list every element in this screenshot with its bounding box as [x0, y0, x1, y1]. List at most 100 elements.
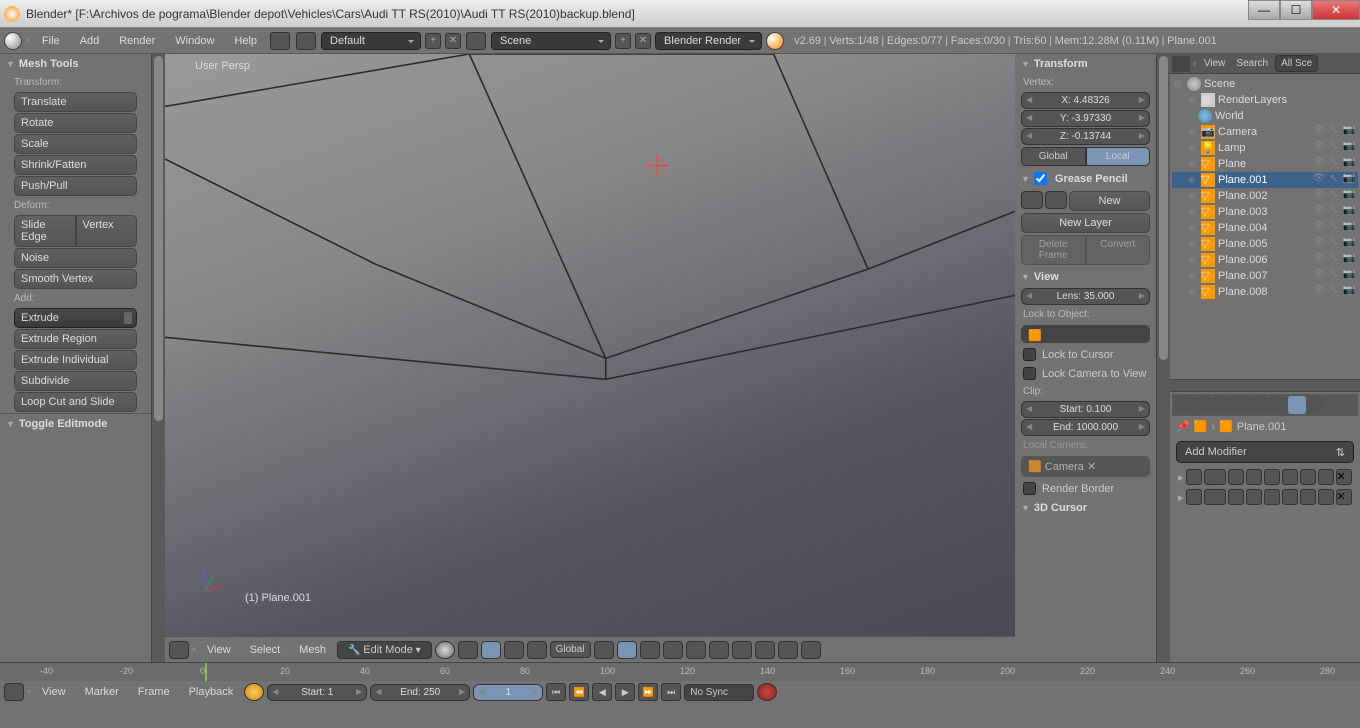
- select-icon[interactable]: ↖: [1327, 237, 1341, 251]
- 3d-cursor-header[interactable]: 3D Cursor: [1015, 498, 1156, 518]
- tab-object[interactable]: [1250, 396, 1268, 414]
- translate-button[interactable]: Translate: [14, 92, 137, 112]
- scene-dropdown[interactable]: Scene: [491, 32, 611, 50]
- subdivide-button[interactable]: Subdivide: [14, 371, 137, 391]
- sync-dropdown[interactable]: No Sync: [684, 684, 754, 701]
- expand-icon[interactable]: ▸: [1178, 491, 1184, 504]
- orientation-dropdown[interactable]: Global: [550, 641, 591, 658]
- mod2-name[interactable]: [1204, 489, 1226, 505]
- mod1-cage-icon[interactable]: [1282, 469, 1298, 485]
- manipulator-rotate-icon[interactable]: [504, 641, 524, 659]
- outliner-view-menu[interactable]: View: [1200, 58, 1230, 69]
- add-modifier-dropdown[interactable]: Add Modifier⇅: [1176, 441, 1354, 463]
- jump-end-icon[interactable]: ⏭: [661, 683, 681, 701]
- visibility-icon[interactable]: 👁: [1312, 269, 1326, 283]
- end-frame-field[interactable]: End: 250: [370, 684, 470, 701]
- proportional-edit-icon[interactable]: [709, 641, 729, 659]
- outliner-display-dropdown[interactable]: All Sce: [1275, 55, 1318, 72]
- select-icon[interactable]: ↖: [1327, 285, 1341, 299]
- mod1-icon[interactable]: [1186, 469, 1202, 485]
- scale-button[interactable]: Scale: [14, 134, 137, 154]
- timeline-cursor[interactable]: [205, 663, 207, 681]
- loop-cut-button[interactable]: Loop Cut and Slide: [14, 392, 137, 412]
- current-frame-field[interactable]: 1: [473, 684, 543, 701]
- vertex-y-field[interactable]: Y: -3.97330: [1021, 110, 1150, 127]
- mod1-edit-icon[interactable]: [1264, 469, 1280, 485]
- expand-icon[interactable]: ▸: [1178, 471, 1184, 484]
- render-icon[interactable]: 📷: [1342, 173, 1356, 187]
- extrude-region-button[interactable]: Extrude Region: [14, 329, 137, 349]
- render-icon[interactable]: 📷: [1342, 189, 1356, 203]
- menu-render[interactable]: Render: [111, 32, 163, 50]
- timeline-editor-icon[interactable]: [4, 683, 24, 701]
- tab-modifiers[interactable]: [1288, 396, 1306, 414]
- select-icon[interactable]: ↖: [1327, 269, 1341, 283]
- mod2-icon[interactable]: [1186, 489, 1202, 505]
- start-frame-field[interactable]: Start: 1: [267, 684, 367, 701]
- tree-row-Plane.001[interactable]: ⊕▽Plane.001👁↖📷: [1172, 172, 1358, 188]
- face-select-icon[interactable]: [663, 641, 683, 659]
- visibility-icon[interactable]: 👁: [1312, 237, 1326, 251]
- slide-edge-button[interactable]: Slide Edge: [14, 215, 76, 247]
- range-icon[interactable]: [244, 683, 264, 701]
- tree-row-Plane.006[interactable]: ⊕▽Plane.006👁↖📷: [1172, 252, 1358, 268]
- draw-icon[interactable]: [1021, 191, 1043, 209]
- push-pull-button[interactable]: Push/Pull: [14, 176, 137, 196]
- lens-field[interactable]: Lens: 35.000: [1021, 288, 1150, 305]
- tab-render[interactable]: [1174, 396, 1192, 414]
- grease-pencil-header[interactable]: Grease Pencil: [1015, 168, 1156, 189]
- tab-constraints[interactable]: [1269, 396, 1287, 414]
- select-icon[interactable]: ↖: [1327, 173, 1341, 187]
- pivot-icon[interactable]: [458, 641, 478, 659]
- mode-dropdown[interactable]: 🔧 Edit Mode ▾: [337, 641, 432, 659]
- keyframe-prev-icon[interactable]: ⏪: [569, 683, 589, 701]
- visibility-icon[interactable]: 👁: [1312, 205, 1326, 219]
- toolshelf-scrollbar[interactable]: [151, 54, 165, 662]
- render-opengl-icon[interactable]: [778, 641, 798, 659]
- mod1-render-icon[interactable]: [1228, 469, 1244, 485]
- manipulator-scale-icon[interactable]: [527, 641, 547, 659]
- render-icon[interactable]: 📷: [1342, 237, 1356, 251]
- scene-del-button[interactable]: ✕: [635, 33, 651, 49]
- view-menu[interactable]: View: [199, 641, 239, 659]
- mod1-down-icon[interactable]: [1318, 469, 1334, 485]
- rotate-button[interactable]: Rotate: [14, 113, 137, 133]
- select-icon[interactable]: ↖: [1327, 189, 1341, 203]
- global-toggle[interactable]: Global: [1021, 147, 1086, 166]
- npanel-scrollbar[interactable]: [1156, 54, 1170, 662]
- tab-data[interactable]: [1307, 396, 1325, 414]
- tl-marker-menu[interactable]: Marker: [77, 683, 127, 701]
- smooth-vertex-button[interactable]: Smooth Vertex: [14, 269, 137, 289]
- minimize-button[interactable]: —: [1248, 0, 1280, 20]
- shrink-fatten-button[interactable]: Shrink/Fatten: [14, 155, 137, 175]
- vertex-x-field[interactable]: X: 4.48326: [1021, 92, 1150, 109]
- collapse-icon[interactable]: ◦: [26, 35, 30, 47]
- snap-element-icon[interactable]: [755, 641, 775, 659]
- editor-type-icon[interactable]: [4, 32, 22, 50]
- manipulator-translate-icon[interactable]: [481, 641, 501, 659]
- menu-file[interactable]: File: [34, 32, 68, 50]
- outliner-tree[interactable]: ⊖Scene ⊕▦RenderLayers World ⊕📷Camera👁↖📷 …: [1170, 74, 1360, 379]
- scene-browse-icon[interactable]: [466, 32, 486, 50]
- render-anim-icon[interactable]: [801, 641, 821, 659]
- lock-camera-checkbox[interactable]: [1023, 367, 1036, 380]
- outliner-editor-icon[interactable]: [1172, 56, 1190, 72]
- render-icon[interactable]: 📷: [1342, 221, 1356, 235]
- close-button[interactable]: ✕: [1312, 0, 1360, 20]
- delete-frame-button[interactable]: Delete Frame: [1021, 235, 1086, 265]
- play-reverse-icon[interactable]: ◀: [592, 683, 612, 701]
- scene-add-button[interactable]: +: [615, 33, 631, 49]
- layout-prev-icon[interactable]: [270, 32, 290, 50]
- maximize-button[interactable]: ☐: [1280, 0, 1312, 20]
- mesh-menu[interactable]: Mesh: [291, 641, 334, 659]
- add-layer-icon[interactable]: [1045, 191, 1067, 209]
- autokey-icon[interactable]: [757, 683, 777, 701]
- layout-del-button[interactable]: ✕: [445, 33, 461, 49]
- clip-end-field[interactable]: End: 1000.000: [1021, 419, 1150, 436]
- lock-cursor-checkbox[interactable]: [1023, 348, 1036, 361]
- edge-select-icon[interactable]: [640, 641, 660, 659]
- render-engine-dropdown[interactable]: Blender Render: [655, 32, 762, 50]
- tree-row-Plane.007[interactable]: ⊕▽Plane.007👁↖📷: [1172, 268, 1358, 284]
- timeline-ruler[interactable]: -40-200204060801001201401601802002202402…: [0, 663, 1360, 681]
- render-icon[interactable]: 📷: [1342, 253, 1356, 267]
